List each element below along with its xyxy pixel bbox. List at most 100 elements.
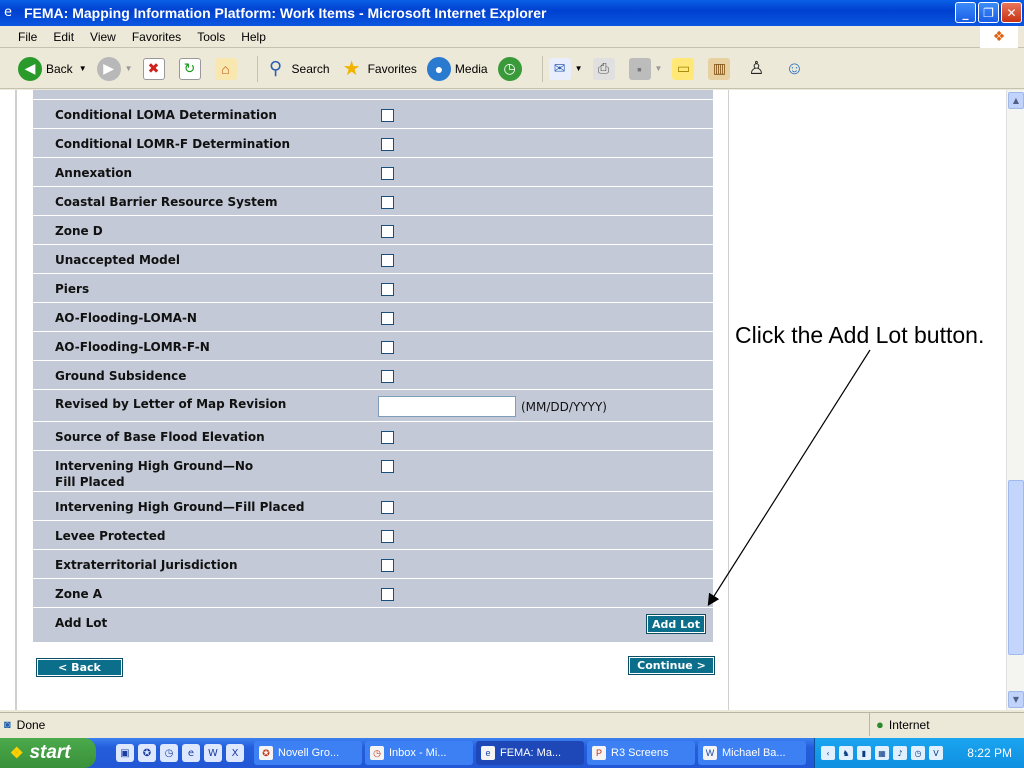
windows-flag-icon: ❖	[980, 26, 1018, 48]
groupwise-icon[interactable]: ✪	[138, 744, 156, 762]
task-label: Michael Ba...	[722, 747, 786, 759]
task-novell-groupwise[interactable]: ✪ Novell Gro...	[254, 741, 362, 765]
word-icon[interactable]: W	[204, 744, 222, 762]
restore-button[interactable]: ❐	[978, 2, 999, 23]
start-button[interactable]: ❖ start	[0, 738, 96, 768]
toolbar: ◀ Back ▼ ▶ ▼ ✖ ↻ ⌂ ⚲ Search ★ Favorites …	[0, 49, 1024, 89]
antivirus-icon[interactable]: V	[929, 746, 943, 760]
volume-icon[interactable]: ♪	[893, 746, 907, 760]
ie-icon: e	[481, 746, 495, 760]
history-button[interactable]: ◷	[497, 56, 526, 81]
print-button[interactable]: ⎙	[592, 57, 619, 80]
zone-text: Internet	[888, 717, 930, 732]
stop-icon: ✖	[142, 57, 165, 80]
task-label: Inbox - Mi...	[389, 747, 447, 759]
calendar-icon: ◷	[370, 746, 384, 760]
search-button[interactable]: ⚲ Search	[264, 57, 330, 81]
chevron-down-icon: ▼	[124, 64, 133, 73]
status-text: Done	[16, 717, 46, 732]
mail-button[interactable]: ✉ ▼	[548, 57, 583, 80]
back-button[interactable]: ◀ Back ▼	[18, 56, 87, 81]
scroll-down-arrow[interactable]: ▼	[1008, 691, 1024, 708]
quick-launch: ▣ ✪ ◷ e W X	[116, 744, 244, 762]
task-r3-screens[interactable]: P R3 Screens	[587, 741, 695, 765]
callout-arrow	[707, 349, 871, 607]
books-icon: ▥	[708, 57, 731, 80]
network-icon[interactable]: ▦	[875, 746, 889, 760]
media-globe-icon: ●	[426, 56, 451, 81]
window-title-bar: e FEMA: Mapping Information Platform: Wo…	[0, 0, 1024, 26]
note-icon: ▭	[672, 57, 695, 80]
favorites-label: Favorites	[367, 61, 417, 76]
refresh-button[interactable]: ↻	[178, 57, 205, 80]
edit-button[interactable]: ▪ ▼	[628, 57, 663, 80]
task-fema[interactable]: e FEMA: Ma...	[476, 741, 584, 765]
task-label: Novell Gro...	[278, 747, 340, 759]
ie-page-icon: e	[4, 5, 12, 20]
search-icon: ⚲	[268, 58, 283, 78]
media-label: Media	[454, 61, 488, 76]
task-label: FEMA: Ma...	[500, 747, 562, 759]
chevron-down-icon[interactable]: ▼	[79, 64, 87, 73]
powerpoint-icon: P	[592, 746, 606, 760]
media-button[interactable]: ● Media	[426, 56, 488, 81]
status-bar: ◙ Done ● Internet	[0, 712, 1024, 736]
taskbar: ❖ start ▣ ✪ ◷ e W X ✪ Novell Gro... ◷ In…	[0, 738, 1024, 768]
menu-view[interactable]: View	[90, 30, 116, 44]
home-icon: ⌂	[214, 57, 237, 80]
windows-logo-icon: ❖	[10, 745, 24, 762]
ie-icon[interactable]: e	[182, 744, 200, 762]
menu-bar: File Edit View Favorites Tools Help	[0, 26, 1024, 48]
task-michael-ba[interactable]: W Michael Ba...	[698, 741, 806, 765]
chevron-down-icon[interactable]: ▼	[575, 64, 583, 73]
forward-button[interactable]: ▶ ▼	[96, 56, 133, 81]
calendar-icon[interactable]: ◷	[160, 744, 178, 762]
stop-button[interactable]: ✖	[142, 57, 169, 80]
vertical-scrollbar[interactable]: ▲ ▼	[1006, 90, 1024, 710]
menu-favorites[interactable]: Favorites	[132, 30, 181, 44]
menu-file[interactable]: File	[18, 30, 37, 44]
minimize-button[interactable]: _	[955, 2, 976, 23]
scroll-thumb[interactable]	[1008, 480, 1024, 655]
taskbar-clock[interactable]: 8:22 PM	[967, 746, 1012, 760]
groupwise-icon: ✪	[259, 746, 273, 760]
show-desktop-icon[interactable]: ▣	[116, 744, 134, 762]
contacts-button[interactable]: ☺	[782, 57, 810, 81]
refresh-icon: ↻	[178, 57, 201, 80]
research-button[interactable]: ▥	[708, 57, 734, 80]
forward-arrow-icon: ▶	[96, 56, 121, 81]
window-controls: _ ❐ ✕	[955, 2, 1022, 23]
toolbar-separator	[541, 55, 543, 82]
history-icon: ◷	[497, 56, 522, 81]
task-inbox[interactable]: ◷ Inbox - Mi...	[365, 741, 473, 765]
back-label: Back	[46, 61, 73, 76]
instruction-callout: Click the Add Lot button.	[735, 322, 985, 348]
page-content: Conditional LOMA Determination Condition…	[0, 90, 1006, 710]
people-icon: ☺	[785, 58, 804, 78]
menu-edit[interactable]: Edit	[53, 30, 74, 44]
security-zone: ● Internet	[870, 717, 930, 732]
messenger-button[interactable]: ♙	[744, 57, 772, 81]
excel-icon[interactable]: X	[226, 744, 244, 762]
favorites-button[interactable]: ★ Favorites	[340, 57, 417, 81]
page-done-icon: ◙	[4, 718, 11, 731]
close-button[interactable]: ✕	[1001, 2, 1022, 23]
printer-icon: ⎙	[592, 57, 615, 80]
start-label: start	[29, 742, 71, 763]
chevron-down-icon: ▼	[654, 64, 663, 73]
menu-help[interactable]: Help	[241, 30, 266, 44]
window-title: FEMA: Mapping Information Platform: Work…	[24, 5, 547, 21]
person-icon: ♙	[748, 58, 765, 78]
clock-tray-icon[interactable]: ◷	[911, 746, 925, 760]
task-label: R3 Screens	[611, 747, 669, 759]
search-label: Search	[291, 61, 330, 76]
home-button[interactable]: ⌂	[214, 57, 241, 80]
scroll-up-arrow[interactable]: ▲	[1008, 92, 1024, 109]
tray-app-icon[interactable]: ♞	[839, 746, 853, 760]
status-section: ◙ Done	[0, 713, 870, 736]
system-tray: ‹ ♞ ▮ ▦ ♪ ◷ V 8:22 PM	[814, 738, 1024, 768]
discuss-button[interactable]: ▭	[672, 57, 698, 80]
menu-tools[interactable]: Tools	[197, 30, 225, 44]
signal-icon[interactable]: ▮	[857, 746, 871, 760]
tray-expand-icon[interactable]: ‹	[821, 746, 835, 760]
